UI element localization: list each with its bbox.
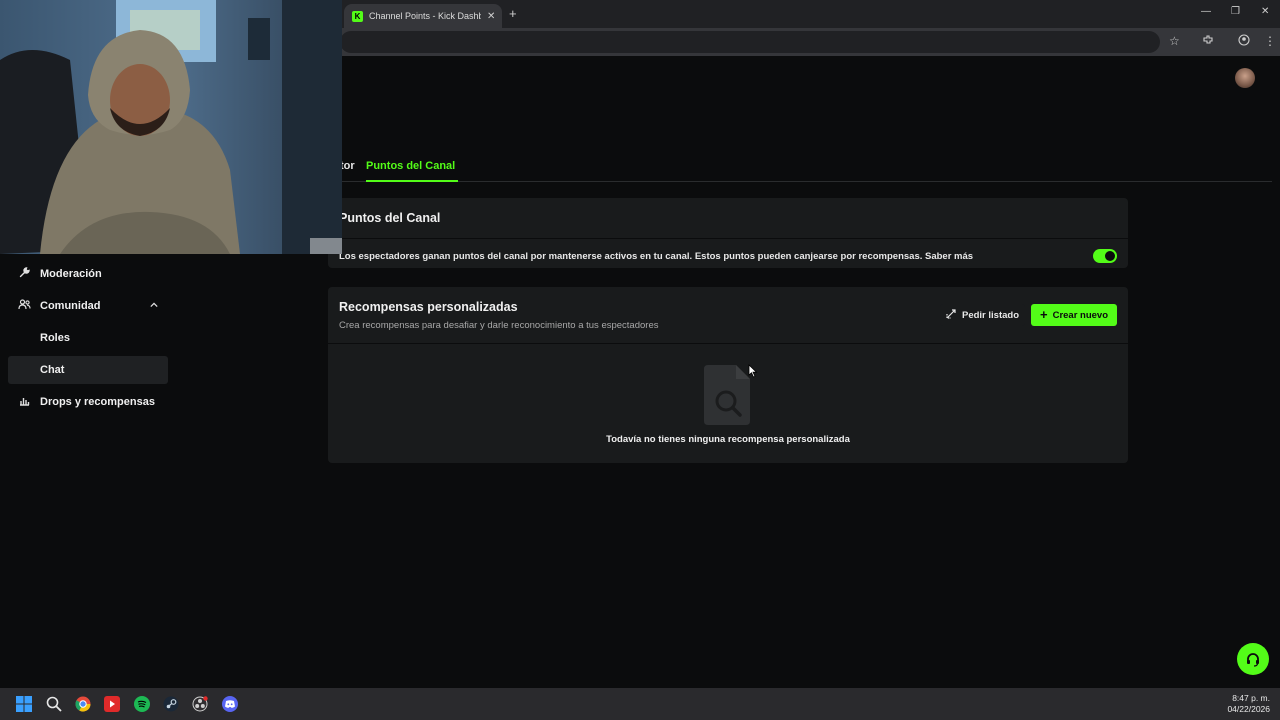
windows-start-icon[interactable] bbox=[16, 696, 32, 712]
empty-state-message: Todavía no tienes ninguna recompensa per… bbox=[606, 434, 850, 445]
spotify-icon[interactable] bbox=[134, 696, 150, 712]
dashboard-tabs: tor Puntos del Canal bbox=[330, 156, 1272, 182]
active-tab-indicator bbox=[366, 180, 458, 182]
tab-editor[interactable]: tor bbox=[340, 160, 355, 172]
browser-menu-icon[interactable]: ⋮ bbox=[1264, 34, 1276, 48]
request-list-label: Pedir listado bbox=[962, 309, 1020, 321]
youtube-icon[interactable] bbox=[104, 696, 120, 712]
divider bbox=[328, 343, 1128, 344]
channel-points-toggle[interactable] bbox=[1093, 249, 1117, 263]
chrome-icon[interactable] bbox=[75, 696, 91, 712]
webcam-overlay bbox=[0, 0, 342, 254]
request-list-icon bbox=[946, 308, 957, 322]
bookmark-star-icon[interactable]: ☆ bbox=[1169, 34, 1180, 48]
sidebar-item-label: Comunidad bbox=[40, 300, 101, 312]
browser-tab-title: Channel Points - Kick Dashboard bbox=[369, 11, 481, 21]
channel-points-title: Puntos del Canal bbox=[339, 211, 441, 225]
empty-search-document-icon bbox=[704, 365, 750, 425]
divider bbox=[328, 238, 1128, 239]
new-tab-button[interactable]: + bbox=[509, 6, 517, 21]
custom-rewards-title: Recompensas personalizadas bbox=[339, 300, 518, 314]
profile-icon[interactable] bbox=[1238, 34, 1250, 49]
sidebar-item-drops-rewards[interactable]: Drops y recompensas bbox=[8, 388, 168, 416]
address-bar[interactable] bbox=[340, 31, 1160, 53]
sidebar-item-label: Drops y recompensas bbox=[40, 396, 155, 408]
channel-points-description: Los espectadores ganan puntos del canal … bbox=[339, 251, 974, 262]
screen: K Channel Points - Kick Dashboard ✕ + — … bbox=[0, 0, 1280, 720]
sidebar-item-label: Moderación bbox=[40, 268, 102, 280]
extensions-icon[interactable] bbox=[1202, 34, 1214, 49]
obs-icon[interactable] bbox=[192, 696, 208, 712]
chevron-up-icon[interactable] bbox=[150, 301, 158, 309]
sidebar-item-moderation[interactable]: Moderación bbox=[8, 260, 168, 288]
clock-date: 04/22/2026 bbox=[1227, 704, 1270, 714]
plus-icon: + bbox=[1039, 307, 1048, 322]
discord-icon[interactable] bbox=[222, 696, 238, 712]
help-chat-button[interactable] bbox=[1237, 643, 1269, 675]
mouse-cursor-icon bbox=[748, 364, 758, 378]
webcam-feed-image bbox=[0, 0, 342, 254]
user-avatar[interactable] bbox=[1235, 68, 1255, 88]
steam-icon[interactable] bbox=[163, 696, 179, 712]
custom-rewards-card: Recompensas personalizadas Crea recompen… bbox=[328, 287, 1128, 463]
sidebar-item-label: Roles bbox=[40, 332, 70, 344]
browser-tab[interactable]: K Channel Points - Kick Dashboard ✕ bbox=[344, 4, 502, 28]
sidebar-item-roles[interactable]: Roles bbox=[8, 324, 168, 352]
clock-time: 8:47 p. m. bbox=[1232, 693, 1270, 703]
taskbar-clock[interactable]: 8:47 p. m. 04/22/2026 bbox=[1210, 693, 1270, 715]
wrench-icon bbox=[8, 267, 40, 281]
people-icon bbox=[8, 299, 40, 313]
toggle-knob bbox=[1105, 251, 1115, 261]
create-new-button[interactable]: + Crear nuevo bbox=[1031, 304, 1117, 326]
sidebar-item-community[interactable]: Comunidad bbox=[8, 292, 168, 320]
kick-favicon-icon: K bbox=[352, 10, 363, 22]
request-list-button[interactable]: Pedir listado bbox=[940, 304, 1026, 326]
create-new-label: Crear nuevo bbox=[1052, 309, 1109, 321]
maximize-button[interactable]: ❐ bbox=[1231, 6, 1240, 17]
gift-icon bbox=[8, 395, 40, 409]
minimize-button[interactable]: — bbox=[1201, 6, 1211, 17]
headset-icon bbox=[1247, 653, 1259, 667]
sidebar-item-chat[interactable]: Chat bbox=[8, 356, 168, 384]
window-close-button[interactable]: ✕ bbox=[1261, 6, 1269, 17]
tab-channel-points[interactable]: Puntos del Canal bbox=[366, 160, 455, 172]
sidebar-item-label: Chat bbox=[40, 364, 65, 376]
search-icon[interactable] bbox=[46, 696, 62, 712]
channel-points-card: Puntos del Canal Los espectadores ganan … bbox=[328, 198, 1128, 268]
os-taskbar: 8:47 p. m. 04/22/2026 bbox=[0, 688, 1280, 720]
tab-close-icon[interactable]: ✕ bbox=[487, 11, 495, 22]
custom-rewards-subtitle: Crea recompensas para desafiar y darle r… bbox=[339, 320, 659, 331]
